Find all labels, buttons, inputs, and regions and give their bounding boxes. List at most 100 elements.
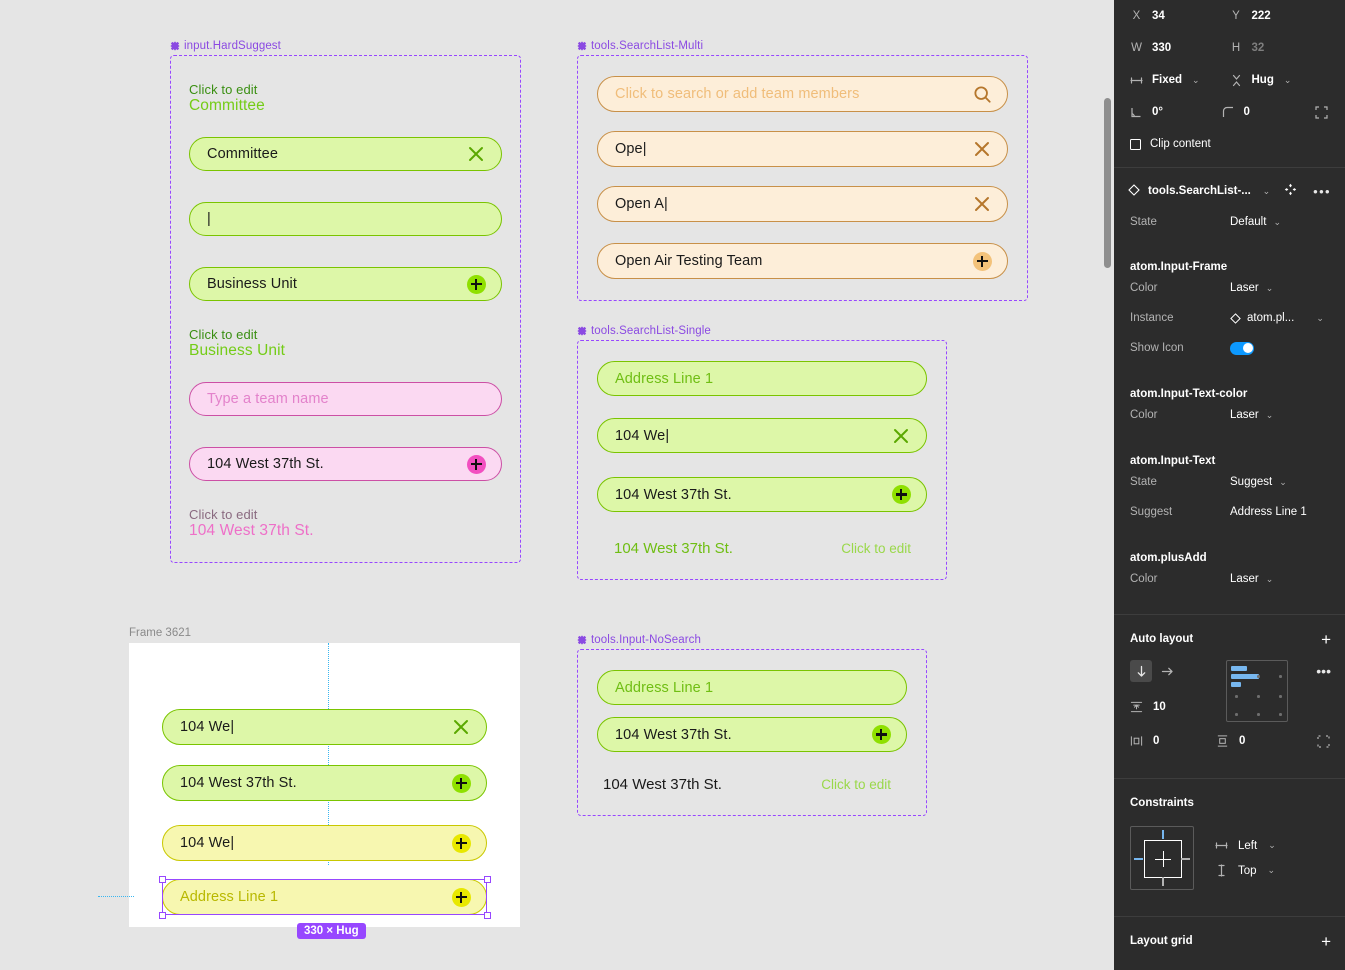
input-pill-address-placeholder[interactable]: Address Line 1 xyxy=(597,361,927,396)
plus-icon[interactable] xyxy=(450,772,472,794)
chevron-down-icon[interactable]: ⌄ xyxy=(1273,217,1281,228)
search-icon[interactable] xyxy=(971,83,993,105)
component-instance-name[interactable]: tools.SearchList-... xyxy=(1148,185,1254,197)
height-field[interactable]: H 32 xyxy=(1230,42,1330,55)
chevron-down-icon[interactable]: ⌄ xyxy=(1192,75,1200,86)
chevron-down-icon[interactable]: ⌄ xyxy=(1268,865,1276,876)
close-icon[interactable] xyxy=(465,143,487,165)
input-pill-committee[interactable]: Committee xyxy=(189,137,502,171)
x-field[interactable]: X 34 xyxy=(1130,10,1230,23)
property-plus-add-color[interactable]: Color Laser ⌄ xyxy=(1114,564,1345,594)
more-options-icon[interactable]: ••• xyxy=(1313,184,1331,199)
plus-icon[interactable] xyxy=(971,250,993,272)
plus-icon[interactable] xyxy=(465,453,487,475)
footer-action[interactable]: Click to edit xyxy=(821,777,891,792)
selection-handle-bottom-right[interactable] xyxy=(483,911,491,919)
constraint-marker-left[interactable] xyxy=(1134,858,1143,860)
selection-handle-top-right[interactable] xyxy=(483,875,491,883)
corner-radius-value[interactable]: 0 xyxy=(1244,106,1250,118)
property-input-text-suggest[interactable]: Suggest Address Line 1 xyxy=(1114,497,1345,527)
independent-corners-icon[interactable] xyxy=(1313,104,1329,120)
align-dot[interactable] xyxy=(1257,695,1260,698)
frame-input-typed[interactable]: 104 We| xyxy=(162,709,487,745)
result-pill-open-air[interactable]: Open Air Testing Team xyxy=(597,243,1008,279)
vertical-resizing-select[interactable]: Hug ⌄ xyxy=(1230,74,1330,87)
height-value[interactable]: 32 xyxy=(1252,42,1265,54)
individual-padding-icon[interactable] xyxy=(1315,733,1331,749)
add-layout-grid-icon[interactable]: + xyxy=(1321,933,1331,950)
component-searchlist-single[interactable]: tools.SearchList-Single Address Line 1 1… xyxy=(577,325,947,580)
close-icon[interactable] xyxy=(890,425,912,447)
input-pill-address-placeholder[interactable]: Address Line 1 xyxy=(597,670,907,705)
vertical-constraint-value[interactable]: Top xyxy=(1238,865,1257,877)
input-pill-business-unit[interactable]: Business Unit xyxy=(189,267,502,301)
input-pill-team-name[interactable]: Type a team name xyxy=(189,382,502,416)
property-value[interactable]: Laser ⌄ xyxy=(1230,282,1273,294)
gap-field[interactable]: 10 xyxy=(1130,694,1216,720)
search-input-team-members[interactable]: Click to search or add team members xyxy=(597,76,1008,112)
vertical-padding-value[interactable]: 0 xyxy=(1239,735,1245,747)
footer-action[interactable]: Click to edit xyxy=(841,541,911,556)
property-value[interactable]: Address Line 1 xyxy=(1230,506,1307,518)
rotation-value[interactable]: 0° xyxy=(1152,106,1163,118)
align-dot[interactable] xyxy=(1235,713,1238,716)
component-input-nosearch[interactable]: tools.Input-NoSearch Address Line 1 104 … xyxy=(577,634,927,816)
property-input-frame-color[interactable]: Color Laser ⌄ xyxy=(1114,273,1345,303)
clip-content-row[interactable]: Clip content xyxy=(1130,128,1329,160)
align-dot[interactable] xyxy=(1279,713,1282,716)
auto-layout-more-options-icon[interactable]: ••• xyxy=(1316,660,1331,722)
component-instance-header[interactable]: tools.SearchList-... ⌄ ••• xyxy=(1114,175,1345,207)
property-input-text-color[interactable]: Color Laser ⌄ xyxy=(1114,400,1345,430)
gap-value[interactable]: 10 xyxy=(1153,701,1166,713)
property-value[interactable]: Suggest ⌄ xyxy=(1230,476,1287,488)
horizontal-constraint-value[interactable]: Left xyxy=(1238,840,1257,852)
chevron-down-icon[interactable]: ⌄ xyxy=(1266,410,1274,421)
frame-3621[interactable]: 104 We| 104 West 37th St. 104 We| Addres… xyxy=(98,643,520,939)
property-value[interactable]: atom.pl... ⌄ xyxy=(1230,312,1324,324)
property-value[interactable]: Laser ⌄ xyxy=(1230,409,1273,421)
plus-icon[interactable] xyxy=(450,832,472,854)
property-value[interactable]: Laser ⌄ xyxy=(1230,573,1273,585)
x-value[interactable]: 34 xyxy=(1152,10,1165,22)
property-input-text-state[interactable]: State Suggest ⌄ xyxy=(1114,467,1345,497)
horizontal-constraint-select[interactable]: Left ⌄ xyxy=(1214,839,1276,852)
horizontal-resizing-value[interactable]: Fixed xyxy=(1152,74,1182,86)
horizontal-padding-value[interactable]: 0 xyxy=(1153,735,1159,747)
input-pill-selected[interactable]: 104 West 37th St. xyxy=(597,477,927,512)
add-auto-layout-icon[interactable]: + xyxy=(1321,631,1331,648)
constraint-marker-bottom[interactable] xyxy=(1162,877,1164,886)
clip-content-checkbox[interactable]: Clip content xyxy=(1130,138,1329,150)
show-icon-toggle[interactable] xyxy=(1230,341,1254,355)
constraint-marker-right[interactable] xyxy=(1181,858,1190,860)
alignment-grid[interactable] xyxy=(1226,660,1288,722)
input-pill-empty[interactable]: | xyxy=(189,202,502,236)
horizontal-padding-field[interactable]: 0 xyxy=(1130,728,1216,754)
rotation-field[interactable]: 0° xyxy=(1130,106,1222,119)
align-dot[interactable] xyxy=(1235,695,1238,698)
width-value[interactable]: 330 xyxy=(1152,42,1171,54)
corner-radius-field[interactable]: 0 xyxy=(1222,106,1298,119)
input-pill-typed[interactable]: 104 We| xyxy=(597,418,927,453)
width-field[interactable]: W 330 xyxy=(1130,42,1230,55)
chevron-down-icon[interactable]: ⌄ xyxy=(1268,840,1276,851)
property-value[interactable] xyxy=(1230,341,1254,355)
close-icon[interactable] xyxy=(450,716,472,738)
selection-handle-bottom-left[interactable] xyxy=(158,911,166,919)
chevron-down-icon[interactable]: ⌄ xyxy=(1279,477,1287,488)
swap-instance-icon[interactable] xyxy=(1284,183,1297,199)
align-dot[interactable] xyxy=(1279,695,1282,698)
component-input-hardsuggest[interactable]: input.HardSuggest Click to edit Committe… xyxy=(170,40,521,563)
property-state[interactable]: State Default ⌄ xyxy=(1114,207,1345,237)
align-dot[interactable] xyxy=(1279,675,1282,678)
design-canvas[interactable]: input.HardSuggest Click to edit Committe… xyxy=(0,0,1114,970)
plus-icon[interactable] xyxy=(870,724,892,746)
close-icon[interactable] xyxy=(971,138,993,160)
input-pill-selected[interactable]: 104 West 37th St. xyxy=(597,717,907,752)
vertical-resizing-value[interactable]: Hug xyxy=(1252,74,1274,86)
properties-panel[interactable]: X 34 Y 222 W 330 H 32 Fixed ⌄ Hug ⌄ 0° 0… xyxy=(1114,0,1345,970)
chevron-down-icon[interactable]: ⌄ xyxy=(1266,574,1274,585)
property-input-frame-instance[interactable]: Instance atom.pl... ⌄ xyxy=(1114,303,1345,333)
chevron-down-icon[interactable]: ⌄ xyxy=(1284,75,1292,86)
frame-3621-wrapper[interactable]: Frame 3621 104 We| 104 West 37th St. 104… xyxy=(98,627,520,939)
checkbox-icon[interactable] xyxy=(1130,138,1141,150)
